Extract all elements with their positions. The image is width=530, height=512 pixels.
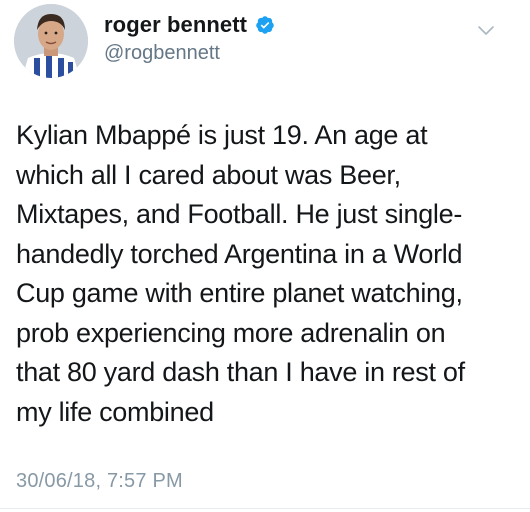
tweet-text-line: Cup game with entire planet watching, — [16, 278, 463, 308]
author-display-name[interactable]: roger bennett — [104, 12, 247, 38]
tweet-text-line: that 80 yard dash than I have in rest of — [16, 357, 465, 387]
avatar[interactable] — [14, 4, 88, 78]
tweet-timestamp[interactable]: 30/06/18, 7:57 PM — [16, 470, 183, 493]
divider — [0, 508, 530, 509]
tweet-text-line: Mixtapes, and Football. He just single- — [16, 199, 463, 229]
tweet-text-line: which all I cared about was Beer, — [16, 159, 401, 190]
tweet-text-line: prob experiencing more adrenalin on — [16, 317, 446, 348]
tweet-card: roger bennett @rogbennett Kylian Mbappé … — [0, 0, 530, 512]
author-handle[interactable]: @rogbennett — [104, 42, 220, 65]
tweet-text-line: Kylian Mbappé is just 19. An age at — [16, 120, 428, 150]
tweet-text-line: my life combined — [16, 396, 214, 427]
tweet-text: Kylian Mbappé is just 19. An age at whic… — [16, 116, 516, 432]
tweet-text-line: handedly torched Argentina in a World — [16, 238, 463, 269]
verified-badge-icon — [255, 15, 275, 35]
avatar-photo-icon — [14, 4, 88, 78]
chevron-down-icon[interactable] — [477, 24, 495, 36]
author-name-row[interactable]: roger bennett — [104, 11, 275, 39]
